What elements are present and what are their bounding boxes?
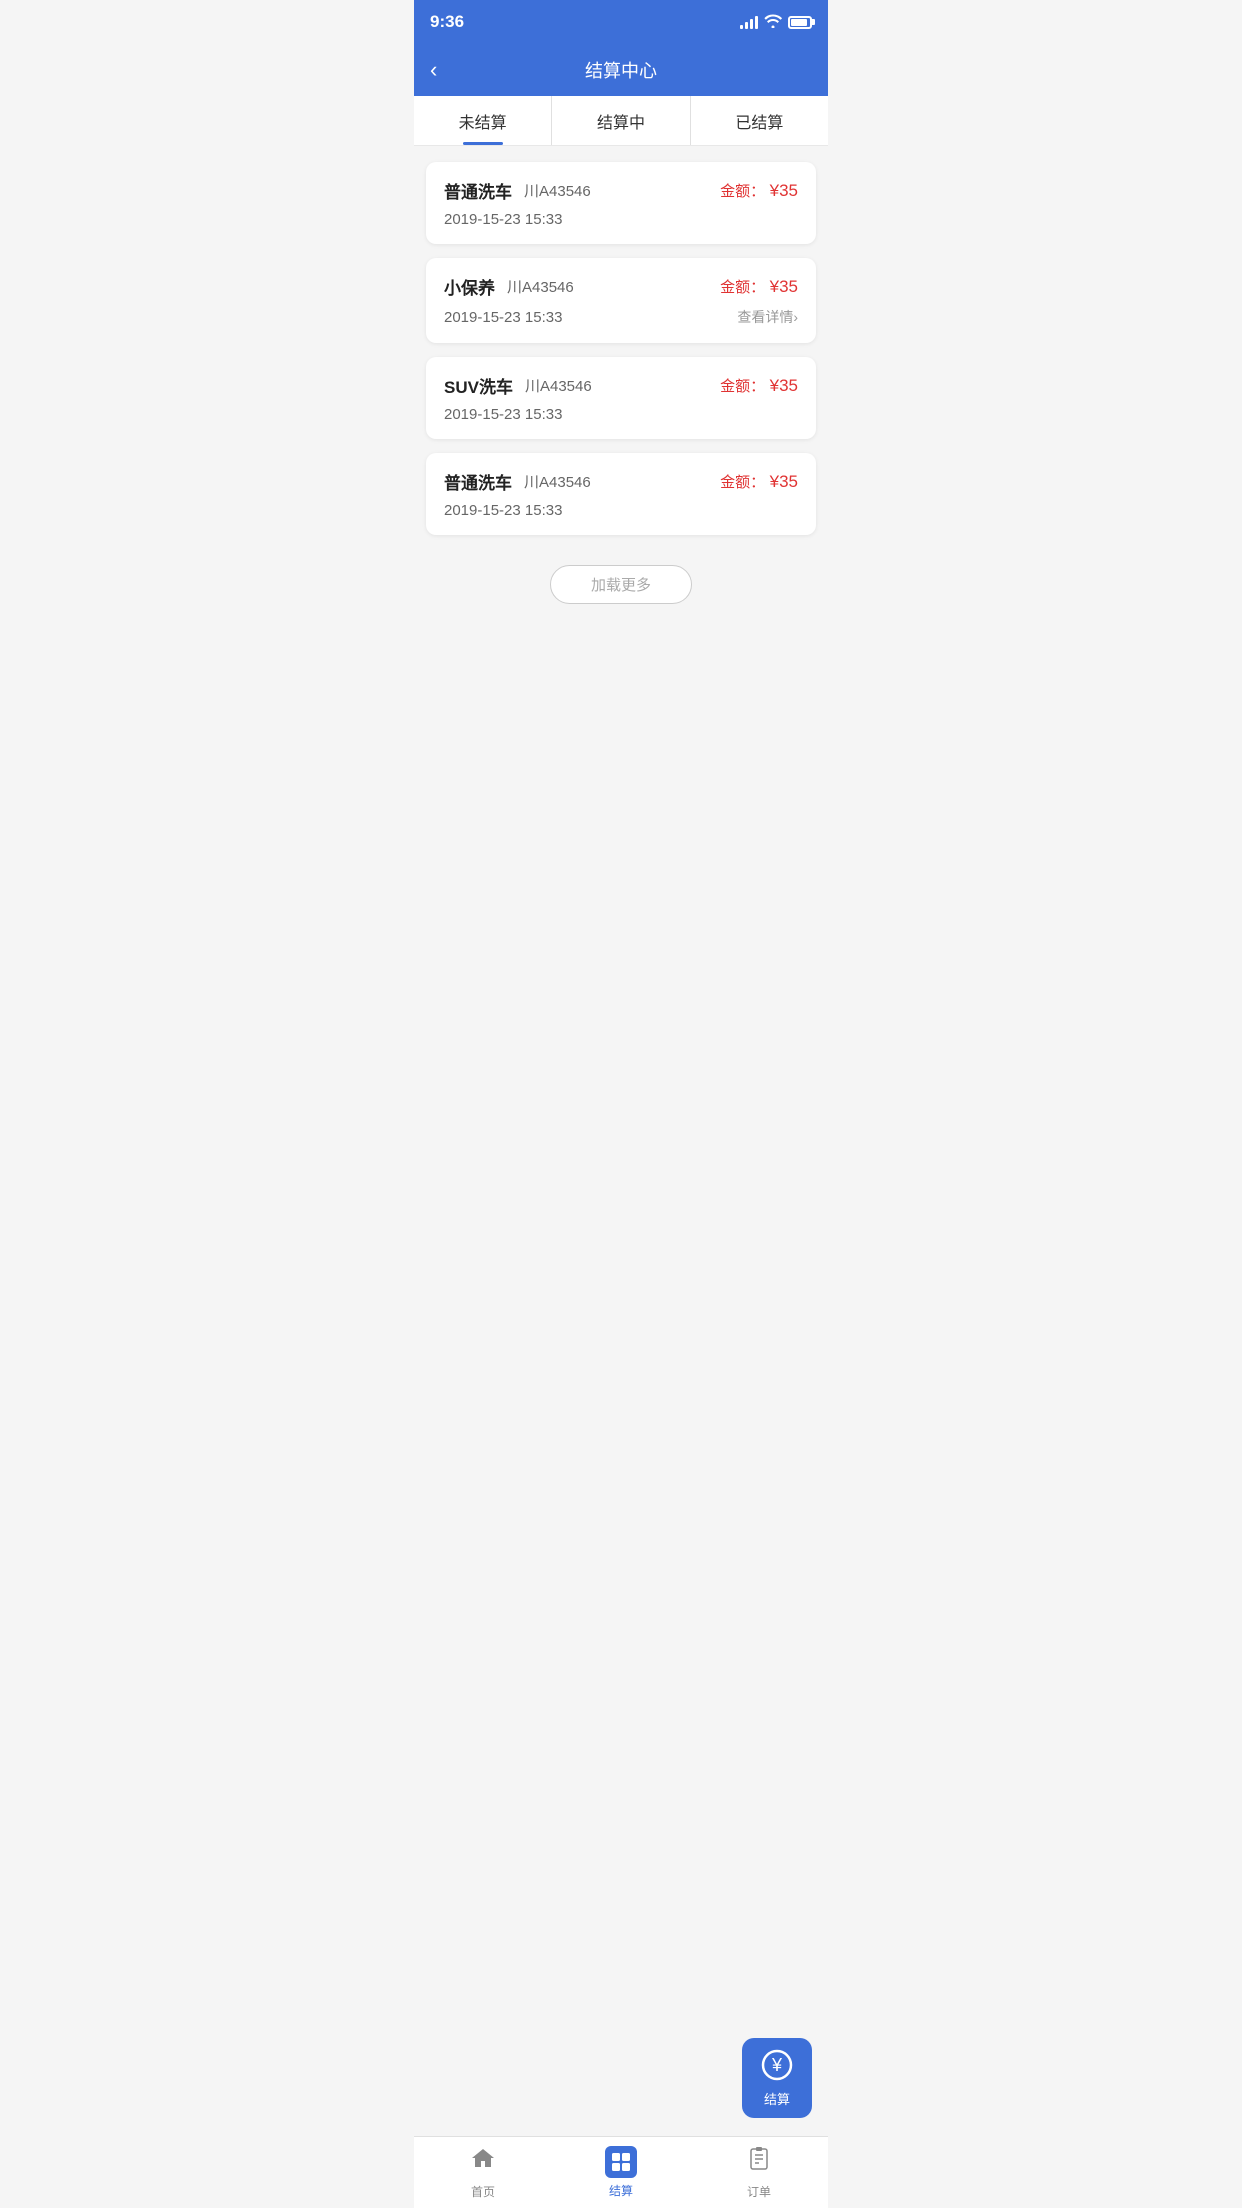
- load-more-button[interactable]: 加载更多: [550, 565, 692, 604]
- settlement-grid-icon: [605, 2146, 637, 2178]
- status-icons: [740, 14, 812, 31]
- plate-3: 川A43546: [525, 375, 592, 396]
- service-name-3: SUV洗车: [444, 373, 513, 398]
- yuan-circle-icon: ¥: [761, 2049, 793, 2085]
- back-button[interactable]: ‹: [430, 57, 437, 83]
- plate-2: 川A43546: [507, 276, 574, 297]
- svg-text:¥: ¥: [771, 2055, 783, 2075]
- service-name-2: 小保养: [444, 274, 495, 299]
- service-name-1: 普通洗车: [444, 178, 512, 203]
- date-4: 2019-15-23 15:33: [444, 502, 562, 519]
- order-card-1: 普通洗车 川A43546 金额： ¥35 2019-15-23 15:33: [426, 162, 816, 244]
- amount-2: 金额： ¥35: [720, 276, 798, 297]
- tab-settled[interactable]: 已结算: [691, 96, 828, 145]
- load-more-area: 加载更多: [426, 549, 816, 612]
- battery-icon: [788, 16, 812, 29]
- date-2: 2019-15-23 15:33: [444, 309, 562, 326]
- date-3: 2019-15-23 15:33: [444, 406, 562, 423]
- tab-bar: 未结算 结算中 已结算: [414, 96, 828, 146]
- order-card-4: 普通洗车 川A43546 金额： ¥35 2019-15-23 15:33: [426, 453, 816, 535]
- header: ‹ 结算中心: [414, 44, 828, 96]
- plate-1: 川A43546: [524, 180, 591, 201]
- signal-icon: [740, 15, 758, 29]
- amount-3: 金额： ¥35: [720, 375, 798, 396]
- nav-item-home[interactable]: 首页: [414, 2146, 552, 2200]
- nav-label-settlement: 结算: [609, 2182, 633, 2199]
- nav-item-settlement[interactable]: 结算: [552, 2146, 690, 2199]
- plate-4: 川A43546: [524, 471, 591, 492]
- home-icon: [470, 2146, 496, 2179]
- status-bar: 9:36: [414, 0, 828, 44]
- amount-1: 金额： ¥35: [720, 180, 798, 201]
- order-card-2: 小保养 川A43546 金额： ¥35 2019-15-23 15:33 查看详…: [426, 258, 816, 343]
- nav-item-order[interactable]: 订单: [690, 2146, 828, 2200]
- service-name-4: 普通洗车: [444, 469, 512, 494]
- content-area: 普通洗车 川A43546 金额： ¥35 2019-15-23 15:33 小保…: [414, 146, 828, 646]
- bottom-nav: 首页 结算 订单: [414, 2136, 828, 2208]
- view-detail-2[interactable]: 查看详情›: [737, 307, 798, 327]
- tab-unsettled[interactable]: 未结算: [414, 96, 552, 145]
- page-title: 结算中心: [585, 57, 657, 83]
- float-button-label: 结算: [764, 2089, 790, 2108]
- amount-4: 金额： ¥35: [720, 471, 798, 492]
- order-icon: [746, 2146, 772, 2179]
- status-time: 9:36: [430, 12, 464, 32]
- date-1: 2019-15-23 15:33: [444, 211, 562, 228]
- float-settlement-button[interactable]: ¥ 结算: [742, 2038, 812, 2118]
- tab-settling[interactable]: 结算中: [552, 96, 690, 145]
- nav-label-order: 订单: [747, 2183, 771, 2200]
- order-card-3: SUV洗车 川A43546 金额： ¥35 2019-15-23 15:33: [426, 357, 816, 439]
- wifi-icon: [764, 14, 782, 31]
- nav-label-home: 首页: [471, 2183, 495, 2200]
